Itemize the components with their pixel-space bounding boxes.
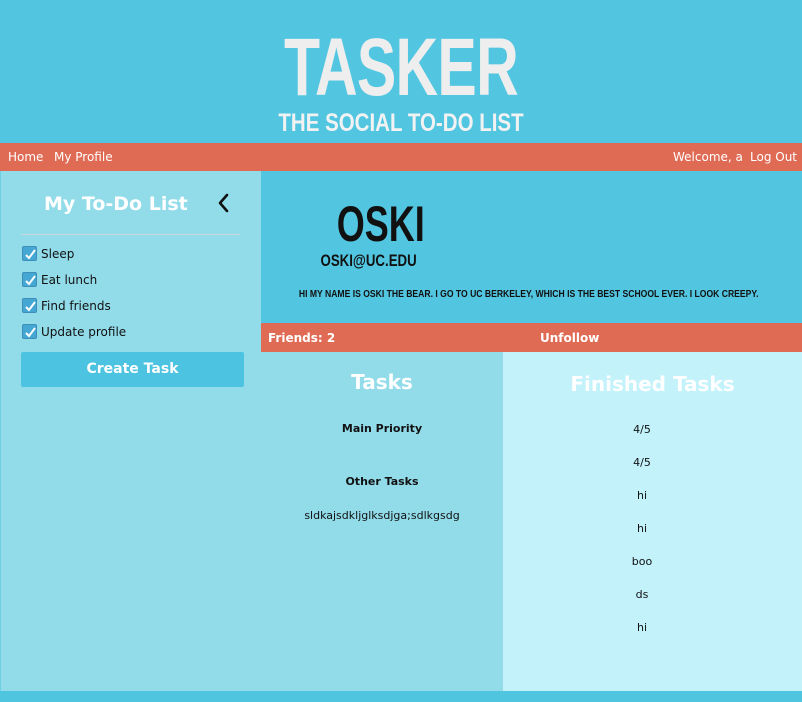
- todo-item-label: Update profile: [41, 325, 127, 339]
- list-item: hi: [636, 489, 648, 502]
- profile-bio: HI MY NAME IS OSKI THE BEAR. I GO TO UC …: [298, 289, 759, 300]
- tagline: THE SOCIAL TO-DO LIST: [278, 109, 524, 137]
- other-tasks-heading: Other Tasks: [345, 475, 419, 488]
- list-item: hi: [636, 522, 648, 535]
- list-item: 4/5: [633, 456, 651, 469]
- checkbox-checked[interactable]: [22, 298, 37, 313]
- friends-bar: Friends: 2 Unfollow: [261, 323, 802, 352]
- welcome-text: Welcome, a: [673, 150, 743, 164]
- create-task-button[interactable]: Create Task: [21, 352, 244, 387]
- logout-link[interactable]: Log Out: [750, 150, 797, 164]
- footer-strip: [0, 691, 802, 702]
- todo-item-label: Find friends: [41, 299, 111, 313]
- checkbox-checked[interactable]: [22, 324, 37, 339]
- todo-sidebar: [0, 171, 261, 691]
- finished-tasks-title: Finished Tasks: [570, 372, 735, 396]
- tasks-title: Tasks: [351, 370, 413, 394]
- list-item: boo: [631, 555, 653, 568]
- site-header: TASKER THE SOCIAL TO-DO LIST: [0, 0, 802, 143]
- friends-count: Friends: 2: [268, 331, 336, 345]
- main-priority-heading: Main Priority: [341, 422, 423, 435]
- list-item: 4/5: [633, 423, 651, 436]
- profile-name: OSKI: [336, 196, 425, 252]
- chevron-left-icon[interactable]: [214, 192, 234, 214]
- nav-home-link[interactable]: Home: [8, 150, 43, 164]
- sidebar-title: My To-Do List: [44, 193, 188, 215]
- list-item: sldkajsdkljglksdjga;sdlkgsdg: [304, 509, 460, 522]
- top-nav: Home My Profile Welcome, a Log Out: [0, 143, 802, 171]
- profile-email: OSKI@UC.EDU: [320, 251, 417, 270]
- tasks-panel: Tasks Main Priority Other Tasks sldkajsd…: [261, 352, 503, 691]
- todo-item-label: Eat lunch: [41, 273, 98, 287]
- list-item: hi: [636, 621, 648, 634]
- list-item: ds: [635, 588, 649, 601]
- checkbox-checked[interactable]: [22, 272, 37, 287]
- logo: TASKER: [283, 22, 519, 113]
- nav-my-profile-link[interactable]: My Profile: [54, 150, 113, 164]
- finished-tasks-panel: Finished Tasks 4/5 4/5 hi hi boo ds hi: [503, 352, 802, 691]
- checkbox-checked[interactable]: [22, 246, 37, 261]
- sidebar-divider: [21, 234, 240, 235]
- unfollow-button[interactable]: Unfollow: [540, 331, 599, 345]
- todo-item-label: Sleep: [41, 247, 75, 261]
